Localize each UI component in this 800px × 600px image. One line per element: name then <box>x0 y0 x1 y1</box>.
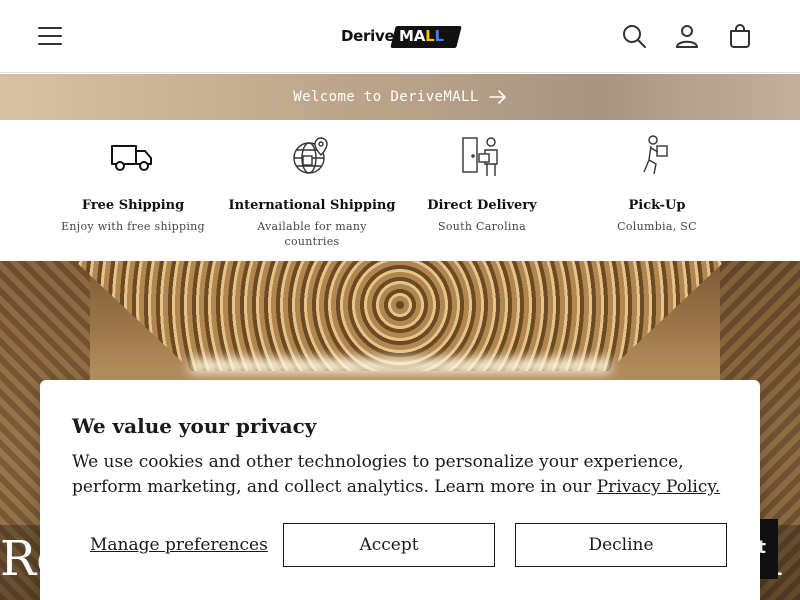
delivery-person-icon <box>462 137 498 176</box>
truck-icon <box>111 145 152 171</box>
hero-ceiling-light <box>190 359 610 373</box>
manage-preferences-link[interactable]: Manage preferences <box>90 535 268 555</box>
decline-button[interactable]: Decline <box>515 523 727 567</box>
menu-icon[interactable] <box>36 22 64 50</box>
privacy-modal: We value your privacy We use cookies and… <box>40 380 760 600</box>
feature-direct-delivery: Direct Delivery South Carolina <box>392 134 572 234</box>
features-row: Free Shipping Enjoy with free shipping I… <box>0 120 800 261</box>
announcement-bar[interactable]: Welcome to DeriveMALL <box>0 74 800 120</box>
cart-icon[interactable] <box>725 21 755 51</box>
site-header: Derive MALL <box>0 0 800 73</box>
feature-subtitle: Available for many countries <box>257 220 367 248</box>
feature-pick-up: Pick-Up Columbia, SC <box>567 134 747 234</box>
account-icon[interactable] <box>672 21 702 51</box>
feature-title: Pick-Up <box>628 198 686 213</box>
logo-derive-text: Derive <box>341 27 395 45</box>
globe-shipping-icon <box>293 137 328 174</box>
pickup-person-icon <box>643 135 668 175</box>
accept-button[interactable]: Accept <box>283 523 495 567</box>
announcement-text: Welcome to DeriveMALL <box>293 89 479 105</box>
privacy-modal-body: We use cookies and other technologies to… <box>72 450 732 500</box>
feature-subtitle: Columbia, SC <box>617 220 697 233</box>
logo-mall-text: MALL <box>399 27 444 45</box>
feature-title: Free Shipping <box>81 198 185 213</box>
privacy-policy-link[interactable]: Privacy Policy. <box>597 477 720 497</box>
feature-international-shipping: International Shipping Available for man… <box>222 134 402 249</box>
feature-subtitle: South Carolina <box>438 220 526 233</box>
arrow-right-icon <box>488 90 506 104</box>
privacy-body-text: We use cookies and other technologies to… <box>72 452 684 497</box>
feature-subtitle: Enjoy with free shipping <box>61 220 205 233</box>
search-icon[interactable] <box>619 21 649 51</box>
feature-title: Direct Delivery <box>427 198 537 213</box>
feature-free-shipping: Free Shipping Enjoy with free shipping <box>43 134 223 234</box>
feature-title: International Shipping <box>228 198 396 213</box>
privacy-modal-title: We value your privacy <box>72 414 317 438</box>
hero-ceiling-pattern <box>75 261 725 371</box>
site-logo[interactable]: Derive MALL <box>341 24 462 50</box>
